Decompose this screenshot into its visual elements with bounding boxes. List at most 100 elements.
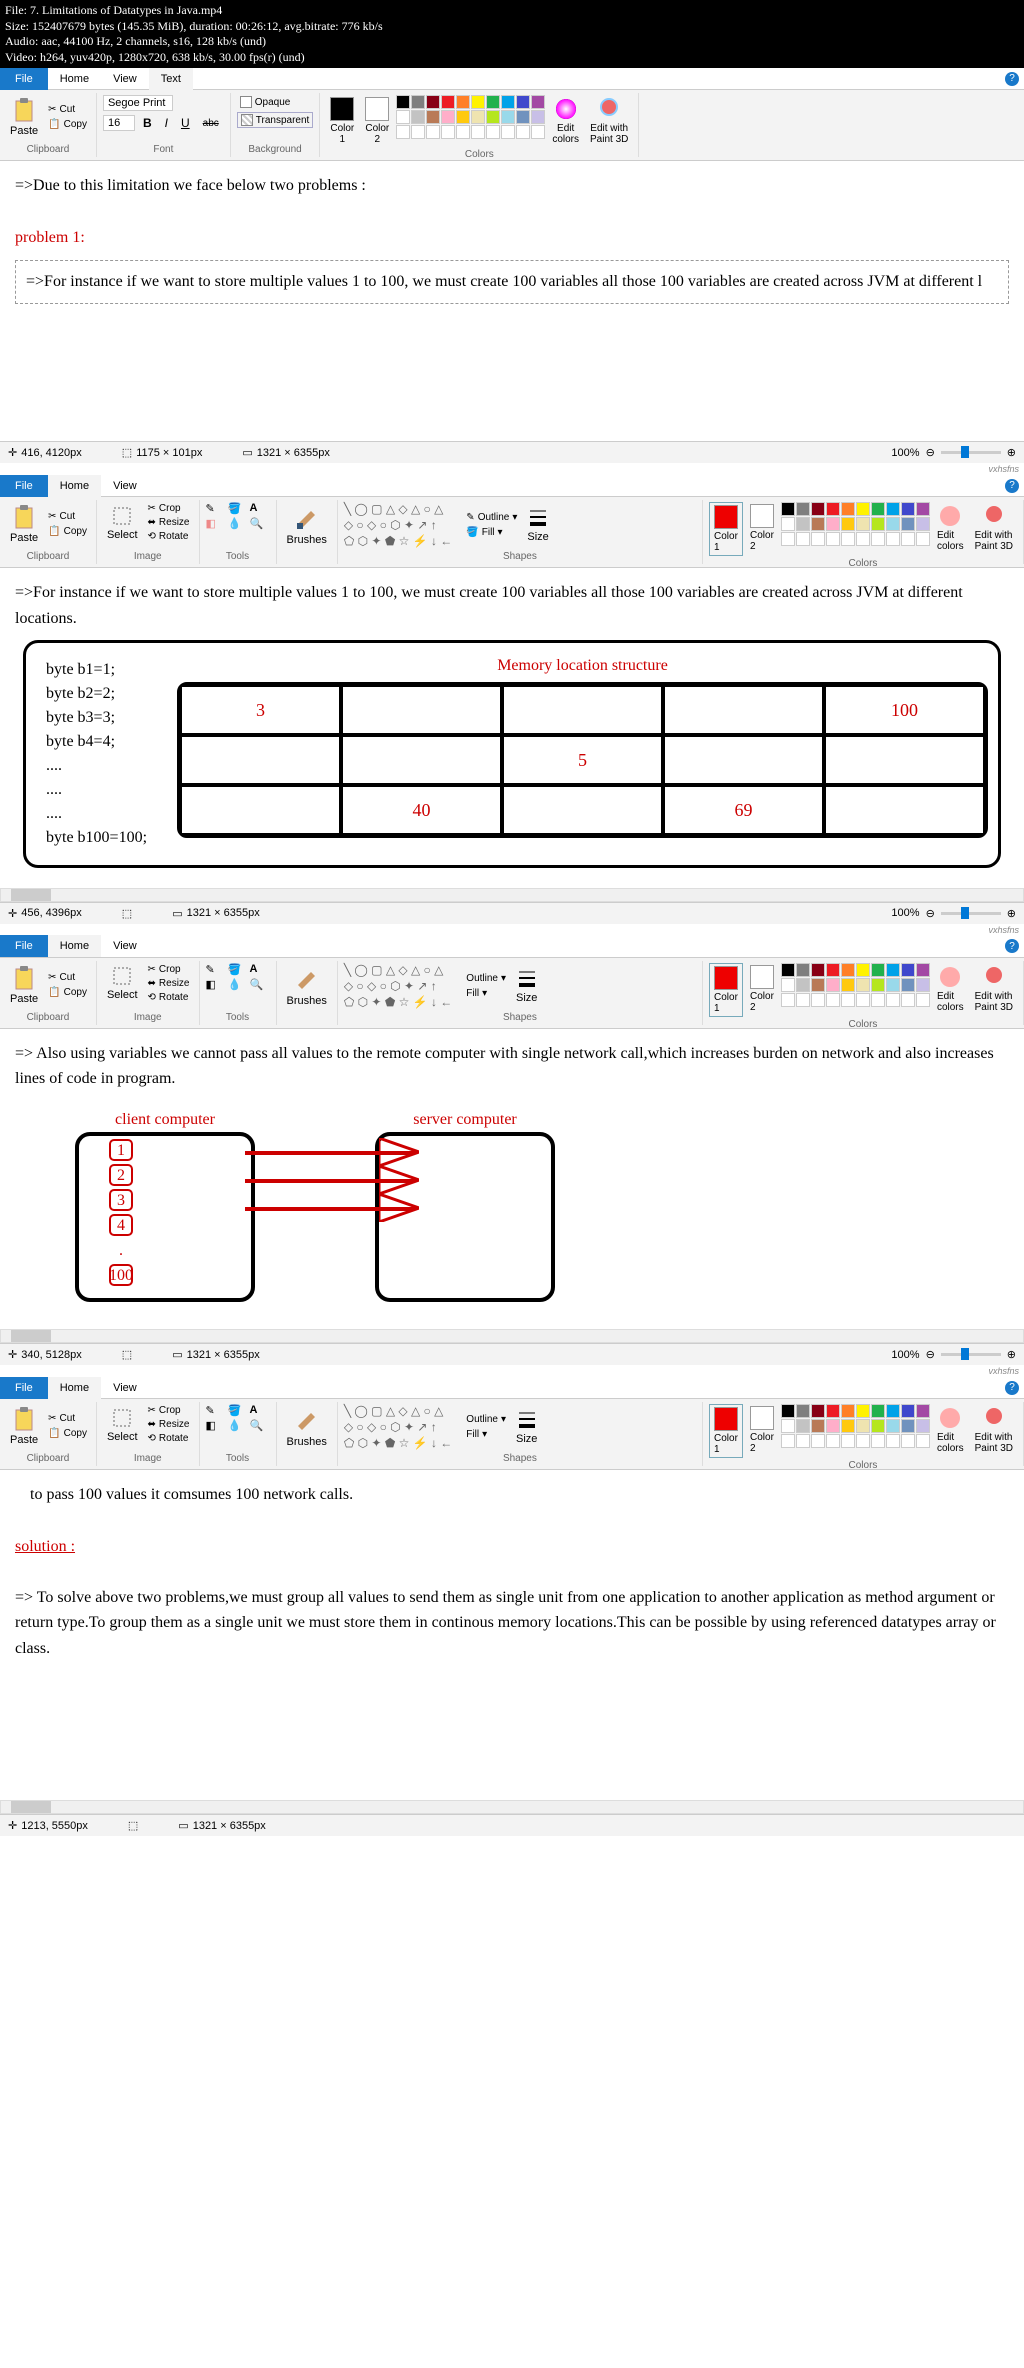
paint3d-button[interactable]: Edit with Paint 3D bbox=[971, 963, 1017, 1015]
fill-button[interactable]: 🪣Fill ▾ bbox=[463, 526, 520, 539]
color-swatch[interactable] bbox=[811, 993, 825, 1007]
color-swatch[interactable] bbox=[781, 1434, 795, 1448]
zoom-in-icon[interactable]: ⊕ bbox=[1007, 907, 1016, 920]
help-icon[interactable]: ? bbox=[1005, 72, 1019, 86]
copy-button[interactable]: 📋Copy bbox=[45, 1427, 90, 1440]
bold-button[interactable]: B bbox=[138, 114, 157, 132]
color-swatch[interactable] bbox=[871, 517, 885, 531]
color-swatch[interactable] bbox=[916, 502, 930, 516]
color-swatch[interactable] bbox=[471, 95, 485, 109]
color-swatch[interactable] bbox=[396, 110, 410, 124]
zoom-out-icon[interactable]: ⊖ bbox=[926, 446, 935, 459]
color-swatch[interactable] bbox=[901, 1404, 915, 1418]
color-swatch[interactable] bbox=[871, 978, 885, 992]
text-edit-box[interactable]: =>For instance if we want to store multi… bbox=[15, 260, 1009, 304]
color-swatch[interactable] bbox=[456, 125, 470, 139]
color-swatch[interactable] bbox=[411, 125, 425, 139]
eraser-icon[interactable]: ◧ bbox=[206, 978, 226, 991]
strike-button[interactable]: abc bbox=[198, 116, 224, 131]
color-swatch[interactable] bbox=[841, 517, 855, 531]
color-swatch[interactable] bbox=[501, 95, 515, 109]
crop-button[interactable]: ✂Crop bbox=[145, 1404, 193, 1417]
color-swatch[interactable] bbox=[871, 993, 885, 1007]
brushes-button[interactable]: Brushes bbox=[283, 963, 331, 1009]
zoom-slider[interactable] bbox=[941, 912, 1001, 915]
size-button[interactable]: Size bbox=[523, 505, 552, 545]
color-swatch[interactable] bbox=[796, 978, 810, 992]
color-swatch[interactable] bbox=[841, 1404, 855, 1418]
size-button[interactable]: Size bbox=[512, 1407, 541, 1447]
color-swatch[interactable] bbox=[411, 110, 425, 124]
color-swatch[interactable] bbox=[811, 978, 825, 992]
file-tab[interactable]: File bbox=[0, 68, 48, 90]
magnifier-icon[interactable]: 🔍 bbox=[250, 517, 270, 530]
file-tab[interactable]: File bbox=[0, 475, 48, 497]
select-button[interactable]: Select bbox=[103, 1405, 142, 1445]
color-swatch[interactable] bbox=[796, 963, 810, 977]
color-swatch[interactable] bbox=[781, 1419, 795, 1433]
color-swatch[interactable] bbox=[901, 502, 915, 516]
paint3d-button[interactable]: Edit with Paint 3D bbox=[971, 1404, 1017, 1456]
fill-button[interactable]: Fill ▾ bbox=[463, 1428, 509, 1441]
color-swatch[interactable] bbox=[901, 517, 915, 531]
color-swatch[interactable] bbox=[901, 993, 915, 1007]
canvas-1[interactable]: =>Due to this limitation we face below t… bbox=[0, 161, 1024, 441]
color-swatch[interactable] bbox=[411, 95, 425, 109]
color-swatch[interactable] bbox=[781, 502, 795, 516]
copy-button[interactable]: 📋Copy bbox=[45, 986, 90, 999]
underline-button[interactable]: U bbox=[176, 114, 195, 132]
color-swatch[interactable] bbox=[871, 1419, 885, 1433]
zoom-control[interactable]: 100%⊖⊕ bbox=[891, 907, 1016, 920]
color-swatch[interactable] bbox=[781, 517, 795, 531]
color-palette[interactable] bbox=[396, 95, 545, 139]
crop-button[interactable]: ✂Crop bbox=[145, 502, 193, 515]
color-swatch[interactable] bbox=[531, 95, 545, 109]
color-swatch[interactable] bbox=[871, 532, 885, 546]
color-swatch[interactable] bbox=[916, 1419, 930, 1433]
paste-button[interactable]: Paste bbox=[6, 963, 42, 1007]
color-swatch[interactable] bbox=[886, 978, 900, 992]
color-swatch[interactable] bbox=[441, 95, 455, 109]
color-swatch[interactable] bbox=[916, 978, 930, 992]
color-swatch[interactable] bbox=[441, 110, 455, 124]
canvas-4[interactable]: to pass 100 values it comsumes 100 netwo… bbox=[0, 1470, 1024, 1800]
edit-colors-button[interactable]: Edit colors bbox=[548, 95, 583, 147]
dropper-icon[interactable]: 💧 bbox=[228, 978, 248, 991]
zoom-out-icon[interactable]: ⊖ bbox=[926, 907, 935, 920]
view-tab[interactable]: View bbox=[101, 1377, 149, 1399]
brushes-button[interactable]: Brushes bbox=[283, 1404, 331, 1450]
color1-button[interactable]: Color 1 bbox=[709, 1404, 743, 1458]
pencil-icon[interactable]: ✎ bbox=[206, 502, 226, 515]
color-swatch[interactable] bbox=[871, 1404, 885, 1418]
outline-button[interactable]: ✎Outline ▾ bbox=[463, 511, 520, 524]
color-swatch[interactable] bbox=[841, 502, 855, 516]
color-swatch[interactable] bbox=[811, 502, 825, 516]
color-swatch[interactable] bbox=[796, 1434, 810, 1448]
zoom-out-icon[interactable]: ⊖ bbox=[926, 1348, 935, 1361]
color-swatch[interactable] bbox=[916, 532, 930, 546]
opaque-button[interactable]: Opaque bbox=[237, 95, 314, 109]
color2-button[interactable]: Color 2 bbox=[746, 502, 778, 554]
help-icon[interactable]: ? bbox=[1005, 939, 1019, 953]
copy-button[interactable]: 📋Copy bbox=[45, 525, 90, 538]
color-swatch[interactable] bbox=[796, 502, 810, 516]
color-swatch[interactable] bbox=[796, 532, 810, 546]
color-swatch[interactable] bbox=[811, 1419, 825, 1433]
color-swatch[interactable] bbox=[856, 963, 870, 977]
color-swatch[interactable] bbox=[781, 993, 795, 1007]
color-swatch[interactable] bbox=[916, 517, 930, 531]
color-swatch[interactable] bbox=[426, 125, 440, 139]
color-swatch[interactable] bbox=[781, 1404, 795, 1418]
color-swatch[interactable] bbox=[811, 963, 825, 977]
crop-button[interactable]: ✂Crop bbox=[145, 963, 193, 976]
canvas-3[interactable]: => Also using variables we cannot pass a… bbox=[0, 1029, 1024, 1330]
color-swatch[interactable] bbox=[426, 110, 440, 124]
pencil-icon[interactable]: ✎ bbox=[206, 1404, 226, 1417]
color-swatch[interactable] bbox=[856, 502, 870, 516]
text-tool-icon[interactable]: A bbox=[250, 1404, 270, 1417]
color-swatch[interactable] bbox=[501, 125, 515, 139]
color-swatch[interactable] bbox=[841, 1434, 855, 1448]
color1-button[interactable]: Color 1 bbox=[709, 502, 743, 556]
copy-button[interactable]: 📋Copy bbox=[45, 118, 90, 131]
color2-button[interactable]: Color 2 bbox=[746, 963, 778, 1015]
